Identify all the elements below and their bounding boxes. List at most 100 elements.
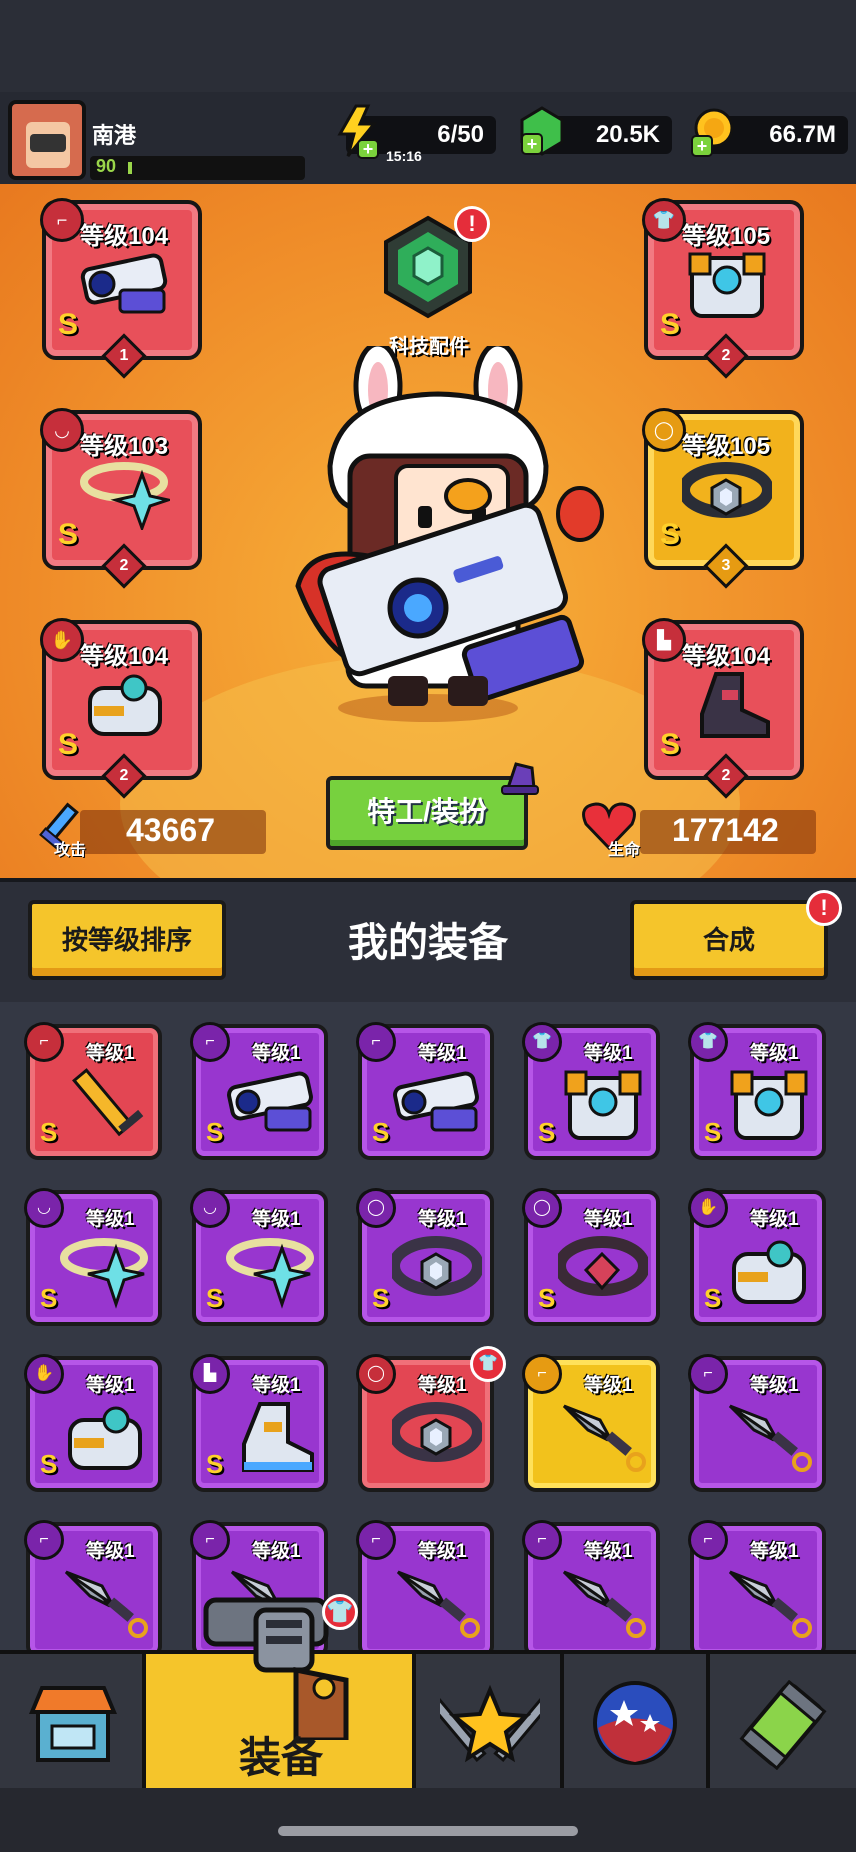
inventory-item-gloves[interactable]: ✋ 等级1 S xyxy=(24,1354,162,1492)
inventory-item-belt[interactable]: ◯ 等级1 S xyxy=(356,1188,494,1326)
item-level-label: 等级1 xyxy=(584,1043,633,1064)
inventory-item-kunai[interactable]: ⌐ 等级1 xyxy=(522,1354,660,1492)
item-grade: S xyxy=(538,1117,556,1147)
armor-type-icon: 👕 xyxy=(642,198,686,242)
inventory-item-necklace[interactable]: ◡ 等级1 S xyxy=(24,1188,162,1326)
kunai-icon xyxy=(558,1564,648,1644)
item-grade: S xyxy=(704,1283,722,1313)
blaster-icon xyxy=(392,1066,482,1146)
kunai-icon xyxy=(558,1398,648,1478)
boots-icon xyxy=(226,1398,316,1478)
equip-slot-belt[interactable]: ◯ 等级105 S 3 xyxy=(642,408,804,589)
item-level-label: 等级1 xyxy=(584,1375,633,1396)
kunai-icon xyxy=(60,1564,150,1644)
slot-level-label: 等级103 xyxy=(80,433,169,460)
inventory-item-armor[interactable]: 👕 等级1 S xyxy=(688,1022,826,1160)
inventory-item-kunai[interactable]: ⌐ 等级1 xyxy=(24,1520,162,1658)
item-level-label: 等级1 xyxy=(86,1043,135,1064)
item-type-icon: ⌐ xyxy=(688,1520,728,1560)
item-type-icon: ◡ xyxy=(24,1188,64,1228)
inventory-item-blaster[interactable]: ⌐ 等级1 S xyxy=(356,1022,494,1160)
inventory-item-kunai[interactable]: ⌐ 等级1 xyxy=(688,1520,826,1658)
inventory-item-kunai[interactable]: ⌐ 等级1 xyxy=(356,1520,494,1658)
svg-text:+: + xyxy=(697,136,708,156)
item-grade: S xyxy=(206,1449,224,1479)
hp-value: 177142 xyxy=(672,812,779,848)
armor-icon xyxy=(558,1066,648,1146)
necklace-icon xyxy=(226,1232,316,1312)
nav-tab-lab[interactable] xyxy=(710,1654,856,1788)
player-xp-bar xyxy=(90,156,305,180)
planet-icon xyxy=(590,1678,680,1768)
belt-icon xyxy=(388,1398,484,1478)
belt-ruby-icon xyxy=(554,1232,650,1312)
item-type-icon: ✋ xyxy=(24,1354,64,1394)
dark-boot-icon xyxy=(682,670,772,740)
item-grade: S xyxy=(538,1283,556,1313)
weapon-type-icon: ⌐ xyxy=(40,198,84,242)
player-avatar[interactable] xyxy=(8,100,86,180)
inventory-item-sword[interactable]: ⌐ 等级1 S xyxy=(24,1022,162,1160)
inventory-item-belt-ruby[interactable]: ◯ 等级1 S xyxy=(522,1188,660,1326)
green-gem-plus-icon[interactable]: + xyxy=(518,104,568,160)
equip-slot-necklace[interactable]: ◡ 等级103 S 2 xyxy=(40,408,202,589)
kunai-icon xyxy=(724,1398,814,1478)
player-name: 南港 xyxy=(92,123,137,148)
inventory-item-blaster[interactable]: ⌐ 等级1 S xyxy=(190,1022,328,1160)
star-swords-icon xyxy=(423,1676,557,1770)
item-grade: S xyxy=(206,1283,224,1313)
item-level-label: 等级1 xyxy=(418,1541,467,1562)
inventory-item-kunai[interactable]: ⌐ 等级1 xyxy=(522,1520,660,1658)
home-indicator[interactable] xyxy=(278,1826,578,1836)
item-type-icon: ⌐ xyxy=(190,1022,230,1062)
gold-coin-plus-icon[interactable]: + xyxy=(688,106,738,160)
kunai-icon xyxy=(392,1564,482,1644)
nav-tab-equipment-label: 装备 xyxy=(238,1734,323,1781)
nav-tab-world[interactable] xyxy=(564,1654,710,1788)
item-type-icon: ▙ xyxy=(190,1354,230,1394)
item-grade: S xyxy=(372,1117,390,1147)
slot-level-label: 等级105 xyxy=(682,223,771,250)
energy-timer: 15:16 xyxy=(386,148,422,164)
item-type-icon: ◯ xyxy=(356,1354,396,1394)
equip-slot-boots[interactable]: ▙ 等级104 S 2 xyxy=(642,618,804,799)
gloves-icon xyxy=(724,1232,814,1312)
nav-tab-heroes[interactable] xyxy=(416,1654,564,1788)
equip-slot-gloves[interactable]: ✋ 等级104 S 2 xyxy=(40,618,202,799)
item-level-label: 等级1 xyxy=(252,1043,301,1064)
item-level-label: 等级1 xyxy=(86,1209,135,1230)
item-level-label: 等级1 xyxy=(252,1375,301,1396)
item-level-label: 等级1 xyxy=(750,1043,799,1064)
inventory-item-gloves[interactable]: ✋ 等级1 S xyxy=(688,1188,826,1326)
inventory-item-boots[interactable]: ▙ 等级1 S xyxy=(190,1354,328,1492)
inventory-item-necklace[interactable]: ◡ 等级1 S xyxy=(190,1188,328,1326)
inventory-item-armor[interactable]: 👕 等级1 S xyxy=(522,1022,660,1160)
tech-alert-badge: ! xyxy=(454,206,490,242)
item-level-label: 等级1 xyxy=(750,1541,799,1562)
inventory-item-belt[interactable]: ◯ 等级1 xyxy=(356,1354,494,1492)
item-type-icon: 👕 xyxy=(522,1022,562,1062)
equip-slot-weapon[interactable]: ⌐ 等级104 S 1 xyxy=(40,198,202,379)
slot-level-label: 等级105 xyxy=(682,433,771,460)
merge-button[interactable]: 合成 xyxy=(630,900,828,980)
sort-by-level-button[interactable]: 按等级排序 xyxy=(28,900,226,980)
slot-grade: S xyxy=(660,308,681,341)
item-level-label: 等级1 xyxy=(418,1043,467,1064)
item-grade: S xyxy=(704,1117,722,1147)
belt-type-icon: ◯ xyxy=(642,408,686,452)
lightning-plus-icon[interactable]: + xyxy=(334,104,382,160)
item-type-icon: ⌐ xyxy=(522,1520,562,1560)
character-avatar[interactable] xyxy=(268,341,608,726)
item-type-icon: ⌐ xyxy=(356,1520,396,1560)
nav-tab-shop[interactable] xyxy=(0,1654,146,1788)
item-level-label: 等级1 xyxy=(418,1209,467,1230)
equip-slot-armor[interactable]: 👕 等级105 S 2 xyxy=(642,198,804,379)
attack-value: 43667 xyxy=(126,812,215,848)
inventory-item-kunai[interactable]: ⌐ 等级1 xyxy=(688,1354,826,1492)
slot-grade: S xyxy=(660,518,681,551)
item-level-label: 等级1 xyxy=(584,1209,633,1230)
slot-grade: S xyxy=(660,728,681,761)
item-grade: S xyxy=(206,1117,224,1147)
item-type-icon: ◯ xyxy=(522,1188,562,1228)
slot-level-label: 等级104 xyxy=(80,643,169,670)
